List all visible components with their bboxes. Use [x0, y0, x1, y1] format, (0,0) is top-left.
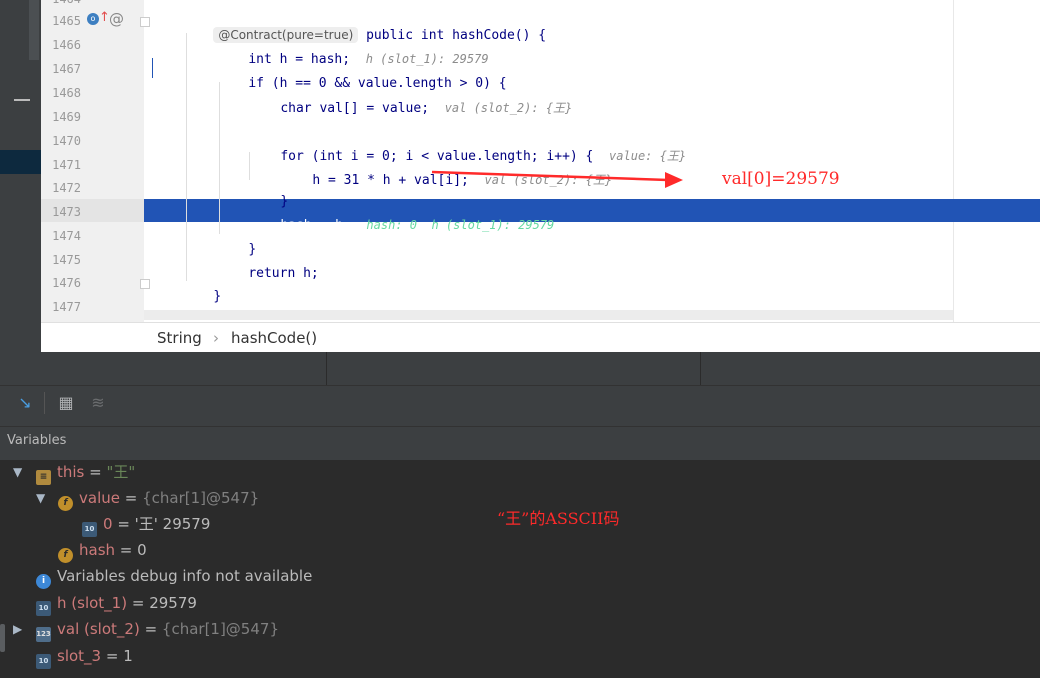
- toolbar-separator: [44, 392, 45, 414]
- arrow-line-1: [431, 170, 669, 182]
- variables-panel-header: Variables: [0, 426, 1040, 461]
- scroll-indicator[interactable]: [0, 624, 5, 652]
- variable-row-hash[interactable]: f hash = 0: [58, 538, 147, 563]
- array-icon: 123: [36, 627, 51, 642]
- variable-row-element-0[interactable]: 10 0 = '王' 29579: [82, 512, 210, 537]
- show-execution-point-icon[interactable]: ↘: [14, 392, 36, 414]
- expand-toggle-icon[interactable]: ▶: [13, 617, 22, 641]
- arrow-head-1: [665, 172, 683, 188]
- trace-icon[interactable]: ≋: [87, 392, 109, 414]
- variables-title: Variables: [7, 433, 67, 448]
- splitter-divider: [326, 352, 327, 385]
- primitive-icon: 10: [82, 522, 97, 537]
- variable-row-slot2[interactable]: 123 val (slot_2) = {char[1]@547}: [36, 617, 279, 642]
- variable-row-slot1[interactable]: 10 h (slot_1) = 29579: [36, 591, 197, 616]
- panel-splitter[interactable]: [0, 352, 1040, 385]
- evaluate-expression-icon[interactable]: ▦: [55, 392, 77, 414]
- variables-tree[interactable]: ▼ ≡ this = "王" ▼ f value = {char[1]@547} 1…: [0, 460, 1040, 678]
- variable-row-info: i Variables debug info not available: [36, 564, 312, 589]
- expand-toggle-icon[interactable]: ▼: [36, 486, 45, 510]
- variable-row-value[interactable]: f value = {char[1]@547}: [58, 486, 259, 511]
- primitive-icon: 10: [36, 601, 51, 616]
- annotation-label-val0: val[0]=29579: [722, 169, 840, 189]
- primitive-icon: 10: [36, 654, 51, 669]
- field-icon: f: [58, 548, 73, 563]
- info-icon: i: [36, 574, 51, 589]
- field-icon: f: [58, 496, 73, 511]
- splitter-divider: [700, 352, 701, 385]
- variable-row-this[interactable]: ≡ this = "王": [36, 460, 135, 485]
- annotation-label-ascii: “王”的ASSCII码: [497, 509, 620, 528]
- object-icon: ≡: [36, 470, 51, 485]
- expand-toggle-icon[interactable]: ▼: [13, 460, 22, 484]
- debug-toolbar: ↘ ▦ ≋: [0, 385, 1040, 420]
- variable-row-slot3[interactable]: 10 slot_3 = 1: [36, 644, 133, 669]
